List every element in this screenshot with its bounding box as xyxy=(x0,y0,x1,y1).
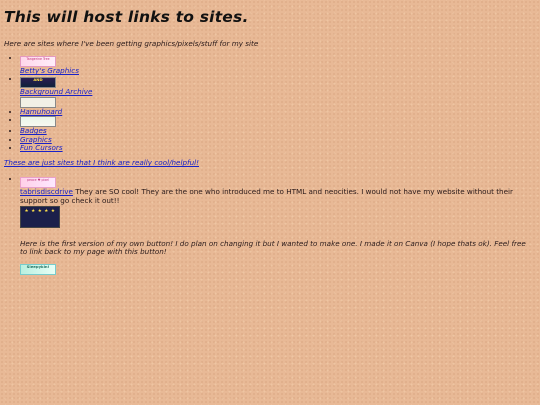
list-item: peace ♥ pixel tabrisdiscdrive They are S… xyxy=(20,175,534,228)
stars-button-image[interactable]: ★ ★ ★ ★ ★ xyxy=(20,205,60,228)
link-bettys-graphics[interactable]: Betty's Graphics xyxy=(20,66,79,75)
graphics-sites-list: Tangerine Tree Betty's Graphics AND Back… xyxy=(4,54,534,152)
site-description: They are SO cool! They are the one who i… xyxy=(20,187,513,206)
cool-sites-list: peace ♥ pixel tabrisdiscdrive They are S… xyxy=(4,175,534,228)
link-hamuhoard[interactable]: Hamuhoard xyxy=(20,107,62,116)
list-item: Hamuhoard xyxy=(20,96,534,116)
site-entry: tabrisdiscdrive They are SO cool! They a… xyxy=(20,187,513,205)
list-item: Tangerine Tree Betty's Graphics xyxy=(20,54,534,75)
list-item: Graphics xyxy=(20,135,534,144)
page-content: This will host links to sites. Here are … xyxy=(4,8,534,275)
list-item: Fun Cursors xyxy=(20,143,534,152)
list-item: Badges xyxy=(20,127,534,135)
link-background-archive[interactable]: Background Archive xyxy=(20,87,92,96)
stars-icon: ★ ★ ★ ★ ★ xyxy=(24,208,56,214)
link-fun-cursors[interactable]: Fun Cursors xyxy=(20,143,63,152)
own-button-note: Here is the first version of my own butt… xyxy=(20,238,526,257)
intro-text: Here are sites where I've been getting g… xyxy=(4,39,259,48)
cool-sites-link[interactable]: These are just sites that I think are re… xyxy=(4,158,534,167)
list-item: AND Background Archive xyxy=(20,75,534,96)
list-item xyxy=(20,116,534,128)
own-site-button[interactable]: Sleepykin! xyxy=(20,263,56,275)
page-title: This will host links to sites. xyxy=(4,8,249,26)
